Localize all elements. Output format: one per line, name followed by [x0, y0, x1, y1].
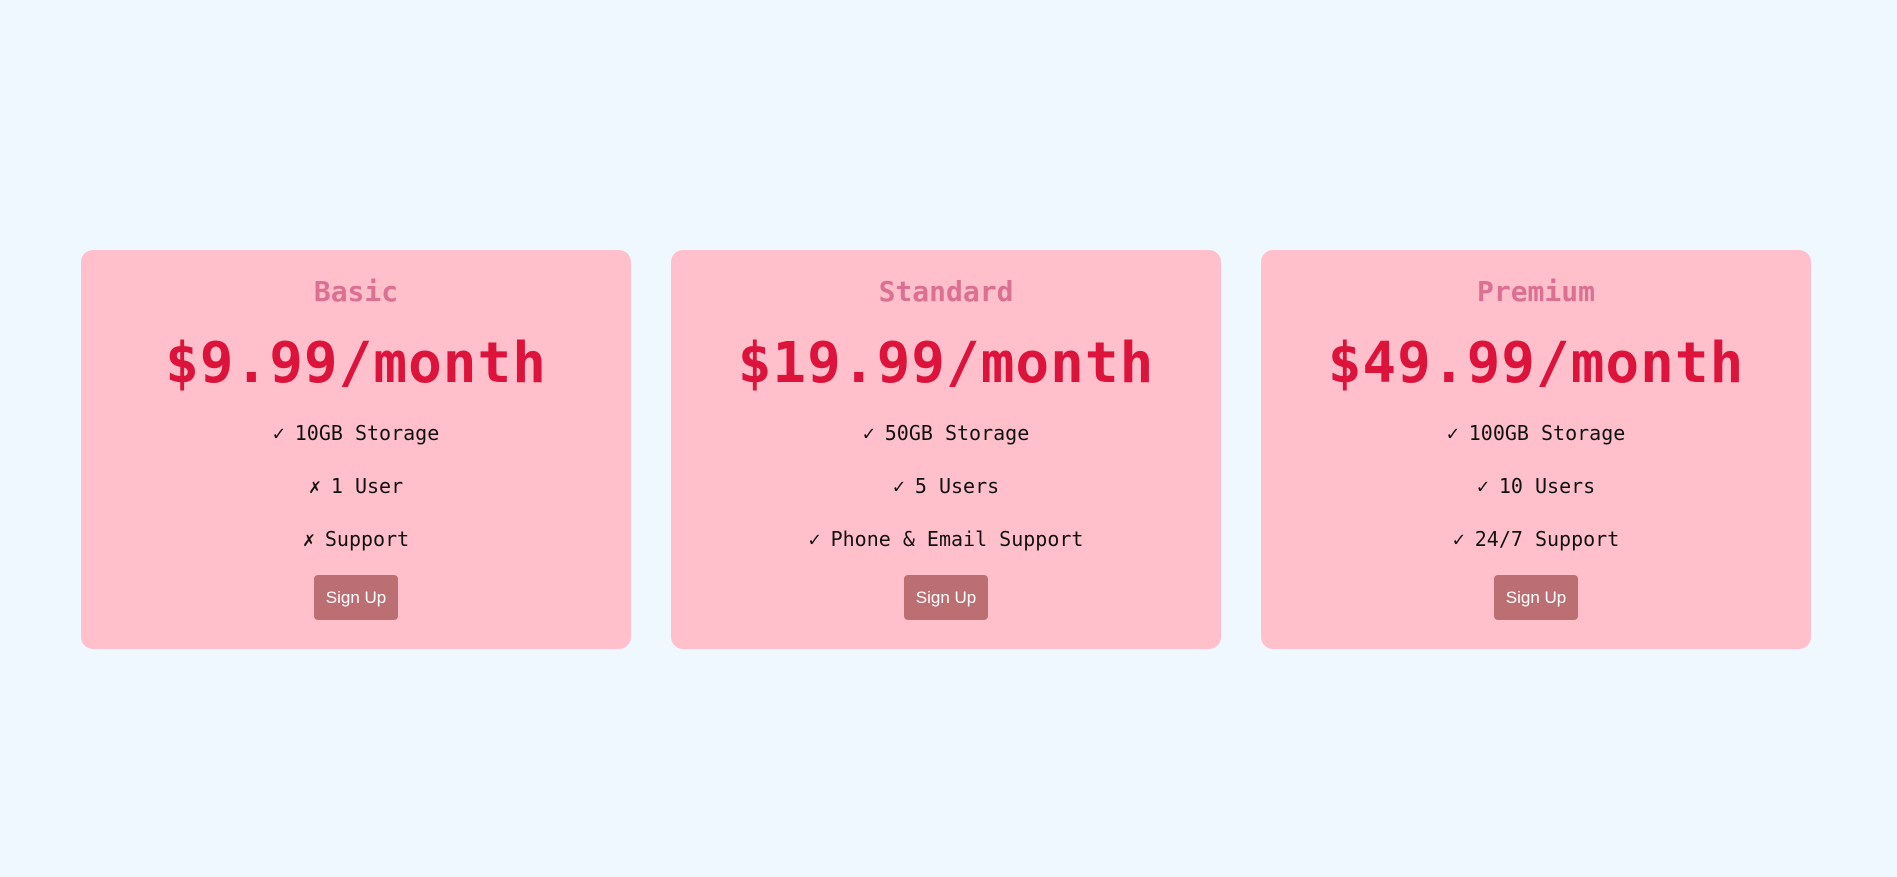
feature-item: ✗ 1 User [273, 472, 440, 500]
feature-label: 100GB Storage [1468, 421, 1626, 445]
check-icon: ✓ [272, 421, 285, 445]
feature-label: Phone & Email Support [830, 527, 1084, 551]
check-icon: ✓ [1476, 474, 1489, 498]
feature-item: ✗ Support [273, 525, 440, 553]
check-icon: ✓ [862, 421, 875, 445]
plan-card-standard: Standard $19.99/month ✓ 50GB Storage ✓ 5 U… [671, 250, 1221, 649]
feature-item: ✓ 5 Users [809, 472, 1084, 500]
plan-card-basic: Basic $9.99/month ✓ 10GB Storage ✗ 1 User … [81, 250, 631, 649]
feature-label: 10GB Storage [294, 421, 440, 445]
feature-item: ✓ 50GB Storage [809, 419, 1084, 447]
sign-up-button[interactable]: Sign Up [904, 575, 988, 620]
plan-name: Basic [313, 275, 399, 308]
feature-item: ✓ 100GB Storage [1447, 419, 1626, 447]
plan-price: $9.99/month [165, 331, 547, 396]
check-icon: ✓ [1446, 421, 1459, 445]
plan-price: $19.99/month [737, 331, 1155, 396]
feature-item: ✓ Phone & Email Support [809, 525, 1084, 553]
feature-label: Support [324, 527, 410, 551]
plan-card-premium: Premium $49.99/month ✓ 100GB Storage ✓ 10 … [1261, 250, 1811, 649]
pricing-section: Basic $9.99/month ✓ 10GB Storage ✗ 1 User … [81, 250, 1811, 649]
plan-name: Standard [878, 275, 1014, 308]
check-icon: ✓ [1452, 527, 1465, 551]
feature-label: 10 Users [1498, 474, 1596, 498]
feature-label: 50GB Storage [884, 421, 1030, 445]
feature-label: 5 Users [914, 474, 1000, 498]
check-icon: ✓ [892, 474, 905, 498]
feature-list: ✓ 100GB Storage ✓ 10 Users ✓ 24/7 Support [1447, 419, 1626, 578]
feature-list: ✓ 50GB Storage ✓ 5 Users ✓ Phone & Email Su… [809, 419, 1084, 578]
plan-name: Premium [1476, 275, 1595, 308]
feature-item: ✓ 10GB Storage [273, 419, 440, 447]
feature-label: 1 User [330, 474, 404, 498]
sign-up-button[interactable]: Sign Up [1494, 575, 1578, 620]
feature-list: ✓ 10GB Storage ✗ 1 User ✗ Support [273, 419, 440, 578]
feature-item: ✓ 10 Users [1447, 472, 1626, 500]
check-icon: ✓ [808, 527, 821, 551]
feature-label: 24/7 Support [1474, 527, 1620, 551]
check-icon: ✗ [308, 474, 321, 498]
plan-price: $49.99/month [1327, 331, 1745, 396]
sign-up-button[interactable]: Sign Up [314, 575, 398, 620]
cross-icon: ✗ [302, 527, 315, 551]
feature-item: ✓ 24/7 Support [1447, 525, 1626, 553]
